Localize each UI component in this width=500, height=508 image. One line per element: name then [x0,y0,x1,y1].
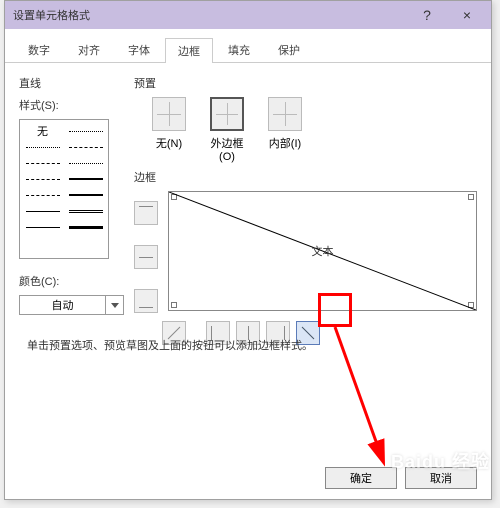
tab-strip: 数字 对齐 字体 边框 填充 保护 [5,29,491,63]
border-top-button[interactable] [134,201,158,225]
border-middle-h-button[interactable] [134,245,158,269]
watermark: Baidu 经验 [391,448,490,474]
preset-row: 无(N) 外边框(O) 内部(I) [148,97,477,163]
tab-protection[interactable]: 保护 [265,37,313,62]
color-label: 颜色(C): [19,273,124,289]
style-opt[interactable] [67,156,104,170]
side-buttons-left [134,191,162,313]
preset-none-label: 无(N) [148,135,190,151]
style-opt[interactable] [24,140,61,154]
preset-outline[interactable]: 外边框(O) [206,97,248,163]
preview-text: 文本 [312,243,334,259]
style-opt[interactable] [24,172,61,186]
style-opt[interactable] [24,220,61,234]
style-opt[interactable] [67,172,104,186]
style-opt[interactable] [67,204,104,218]
style-none[interactable]: 无 [24,124,61,138]
line-style-list[interactable]: 无 [19,119,109,259]
style-opt[interactable] [67,140,104,154]
tab-fill[interactable]: 填充 [215,37,263,62]
style-opt[interactable] [67,124,104,138]
style-label: 样式(S): [19,97,124,113]
titlebar: 设置单元格格式 ? × [5,1,491,29]
tab-alignment[interactable]: 对齐 [65,37,113,62]
tab-number[interactable]: 数字 [15,37,63,62]
color-dropdown[interactable] [106,295,124,315]
style-opt[interactable] [24,188,61,202]
tab-font[interactable]: 字体 [115,37,163,62]
border-bottom-button[interactable] [134,289,158,313]
line-panel: 直线 样式(S): 无 颜色(C): 自动 [19,73,124,345]
format-cells-dialog: 设置单元格格式 ? × 数字 对齐 字体 边框 填充 保护 直线 样式(S): … [4,0,492,500]
preset-none[interactable]: 无(N) [148,97,190,163]
preset-outline-label: 外边框(O) [206,135,248,163]
hint-text: 单击预置选项、预览草图及上面的按钮可以添加边框样式。 [27,337,313,353]
dialog-body: 直线 样式(S): 无 颜色(C): 自动 [5,63,491,355]
help-button[interactable]: ? [407,1,447,29]
style-opt[interactable] [67,188,104,202]
border-panel: 预置 无(N) 外边框(O) 内部(I) 边框 文本 [124,73,477,345]
dialog-title: 设置单元格格式 [13,7,407,23]
preset-section-label: 预置 [134,75,477,91]
ok-button[interactable]: 确定 [325,467,397,489]
preset-inside[interactable]: 内部(I) [264,97,306,163]
tab-border[interactable]: 边框 [165,38,213,63]
border-section-label: 边框 [134,169,477,185]
style-opt[interactable] [24,156,61,170]
close-button[interactable]: × [447,1,487,29]
style-opt[interactable] [24,204,61,218]
preview-area: 文本 [134,191,477,313]
annotation-highlight [318,293,352,327]
chevron-down-icon [111,303,119,308]
line-section-label: 直线 [19,75,124,91]
color-selector: 自动 [19,295,124,315]
style-opt[interactable] [67,220,104,234]
preset-inside-label: 内部(I) [264,135,306,151]
color-value[interactable]: 自动 [19,295,106,315]
